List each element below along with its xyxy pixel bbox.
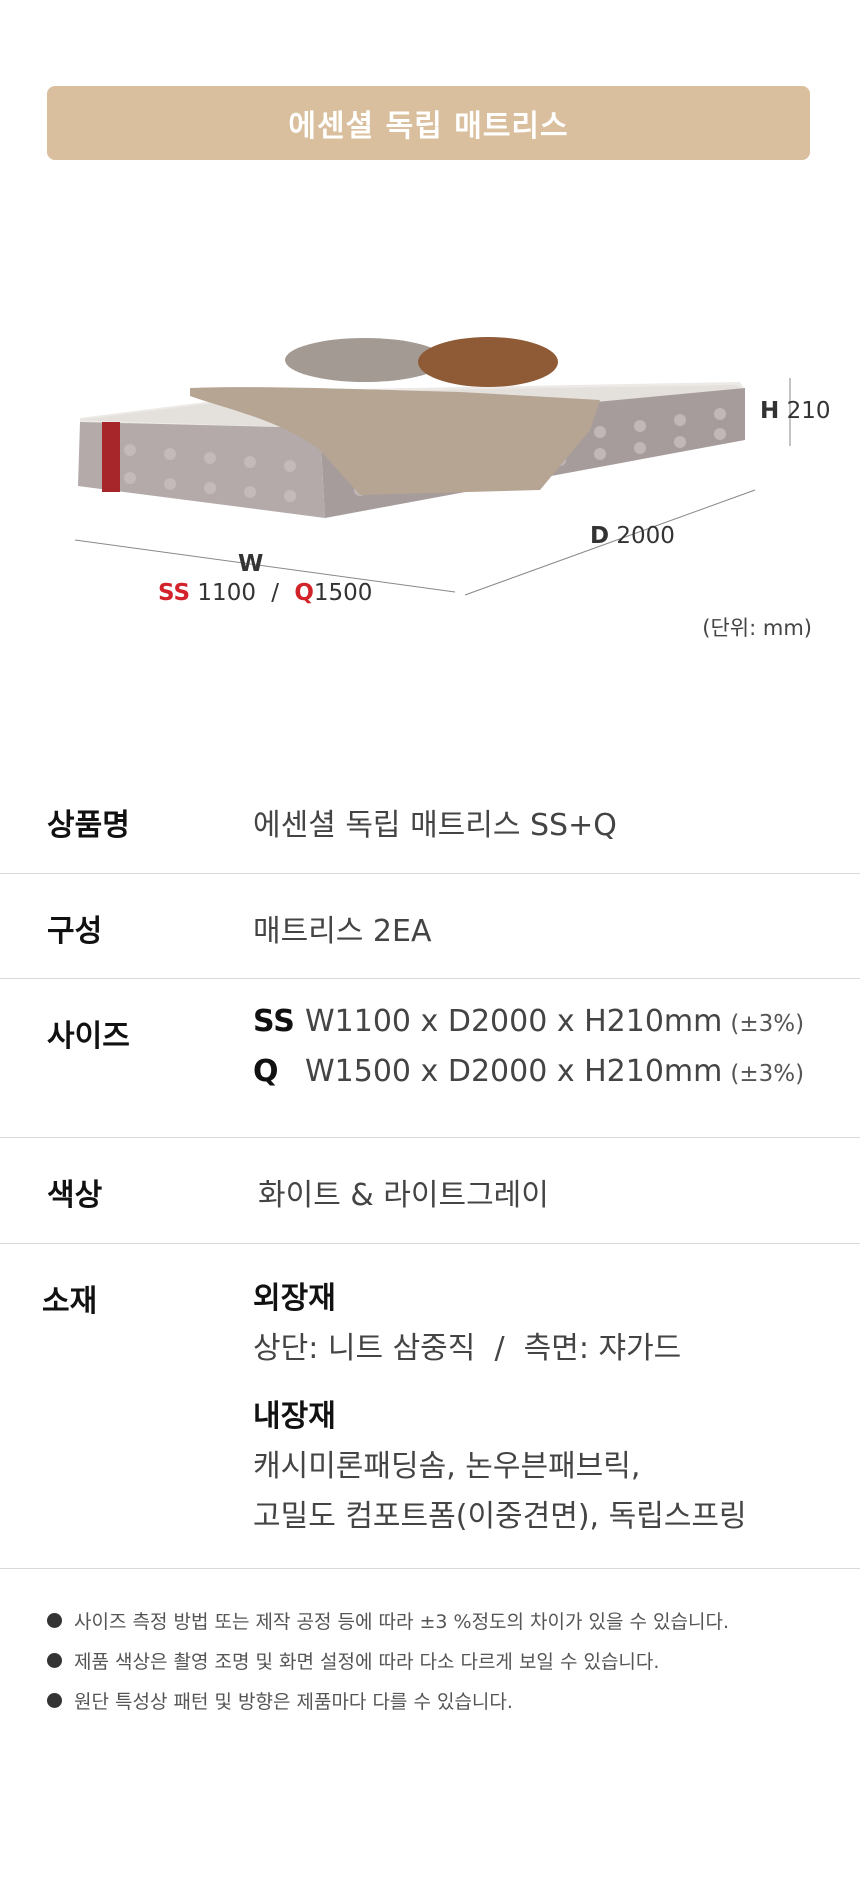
note-item: 사이즈 측정 방법 또는 제작 공정 등에 따라 ±3 %정도의 차이가 있을 … — [47, 1600, 729, 1640]
spec-value-color: 화이트 & 라이트그레이 — [258, 1178, 549, 1213]
note-item: 제품 색상은 촬영 조명 및 화면 설정에 따라 다소 다르게 보일 수 있습니… — [47, 1640, 729, 1680]
size-code-q: Q — [253, 1054, 279, 1089]
height-label: H — [760, 398, 780, 424]
spec-value-size: SS W1100 x D2000 x H210mm (±3%) Q W1500 … — [253, 1004, 804, 1104]
unit-note: (단위: mm) — [702, 616, 812, 640]
ss-label: SS — [158, 580, 191, 606]
spec-label-name: 상품명 — [47, 808, 130, 843]
spec-label-material: 소재 — [42, 1284, 98, 1319]
size-tolerance-ss: (±3%) — [730, 1011, 805, 1037]
width-label: W — [238, 551, 264, 577]
note-text: 원단 특성상 패턴 및 방향은 제품마다 다를 수 있습니다. — [74, 1690, 513, 1713]
height-dimension: H 210 — [760, 398, 830, 424]
bullet-icon — [47, 1652, 62, 1668]
q-label: Q — [294, 580, 314, 606]
spec-label-size: 사이즈 — [47, 1019, 130, 1054]
size-dims-ss: W1100 x D2000 x H210mm — [305, 1004, 723, 1039]
spec-value-name: 에센셜 독립 매트리스 SS+Q — [253, 808, 617, 843]
size-row-ss: SS W1100 x D2000 x H210mm (±3%) — [253, 1004, 804, 1054]
height-value: 210 — [786, 398, 831, 424]
spec-label-color: 색상 — [47, 1178, 103, 1213]
spec-value-composition: 매트리스 2EA — [253, 914, 432, 949]
material-outer-value: 상단: 니트 삼중직 / 측면: 쟈가드 — [253, 1331, 682, 1366]
mattress-label — [102, 422, 120, 492]
depth-value: 2000 — [616, 523, 675, 549]
pillow-brown — [418, 337, 558, 387]
size-separator: / — [271, 580, 280, 606]
spec-value-material: 외장재 상단: 니트 삼중직 / 측면: 쟈가드 내장재 캐시미론패딩솜, 논우… — [253, 1274, 747, 1542]
depth-label: D — [590, 523, 610, 549]
spec-row-composition: 구성 매트리스 2EA — [0, 874, 860, 979]
notes-list: 사이즈 측정 방법 또는 제작 공정 등에 따라 ±3 %정도의 차이가 있을 … — [47, 1600, 729, 1720]
material-inner-line1: 캐시미론패딩솜, 논우븐패브릭, — [253, 1449, 641, 1484]
size-code-ss: SS — [253, 1004, 295, 1039]
mattress-illustration — [74, 337, 791, 596]
note-text: 사이즈 측정 방법 또는 제작 공정 등에 따라 ±3 %정도의 차이가 있을 … — [74, 1610, 730, 1633]
bullet-icon — [47, 1692, 62, 1708]
size-tolerance-q: (±3%) — [730, 1061, 805, 1087]
spec-row-name: 상품명 에센셜 독립 매트리스 SS+Q — [0, 768, 860, 874]
banner-title: 에센셜 독립 매트리스 — [288, 109, 569, 144]
size-dims-q: W1500 x D2000 x H210mm — [305, 1054, 723, 1089]
size-row-q: Q W1500 x D2000 x H210mm (±3%) — [253, 1054, 804, 1104]
q-value: 1500 — [313, 580, 373, 606]
ss-value: 1100 — [197, 580, 256, 606]
note-text: 제품 색상은 촬영 조명 및 화면 설정에 따라 다소 다르게 보일 수 있습니… — [74, 1650, 660, 1673]
spec-label-composition: 구성 — [47, 914, 103, 949]
spec-row-color: 색상 화이트 & 라이트그레이 — [0, 1138, 860, 1244]
material-inner-title: 내장재 — [253, 1399, 336, 1434]
material-inner-line2: 고밀도 컴포트폼(이중견면), 독립스프링 — [253, 1499, 747, 1534]
material-outer-title: 외장재 — [253, 1281, 336, 1316]
bullet-icon — [47, 1612, 62, 1628]
note-item: 원단 특성상 패턴 및 방향은 제품마다 다를 수 있습니다. — [47, 1680, 729, 1720]
title-banner: 에센셜 독립 매트리스 — [47, 86, 810, 160]
depth-dimension: D 2000 — [590, 523, 675, 549]
spec-row-material: 소재 외장재 상단: 니트 삼중직 / 측면: 쟈가드 내장재 캐시미론패딩솜,… — [0, 1244, 860, 1569]
width-dimension: W — [238, 551, 263, 577]
width-sizes: SS 1100 / Q1500 — [158, 580, 372, 606]
spec-row-size: 사이즈 SS W1100 x D2000 x H210mm (±3%) Q W1… — [0, 979, 860, 1138]
